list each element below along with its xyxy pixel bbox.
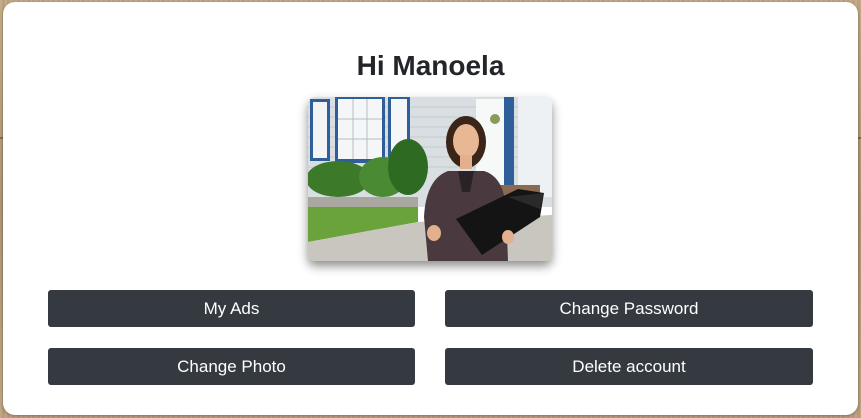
my-ads-button[interactable]: My Ads [48, 290, 415, 327]
greeting-title: Hi Manoela [356, 50, 505, 81]
change-password-button[interactable]: Change Password [445, 290, 813, 327]
change-photo-button[interactable]: Change Photo [48, 348, 415, 385]
profile-modal: Hi Manoela My Ads Change Password Change… [3, 2, 858, 415]
delete-account-button[interactable]: Delete account [445, 348, 813, 385]
profile-photo [308, 97, 552, 261]
